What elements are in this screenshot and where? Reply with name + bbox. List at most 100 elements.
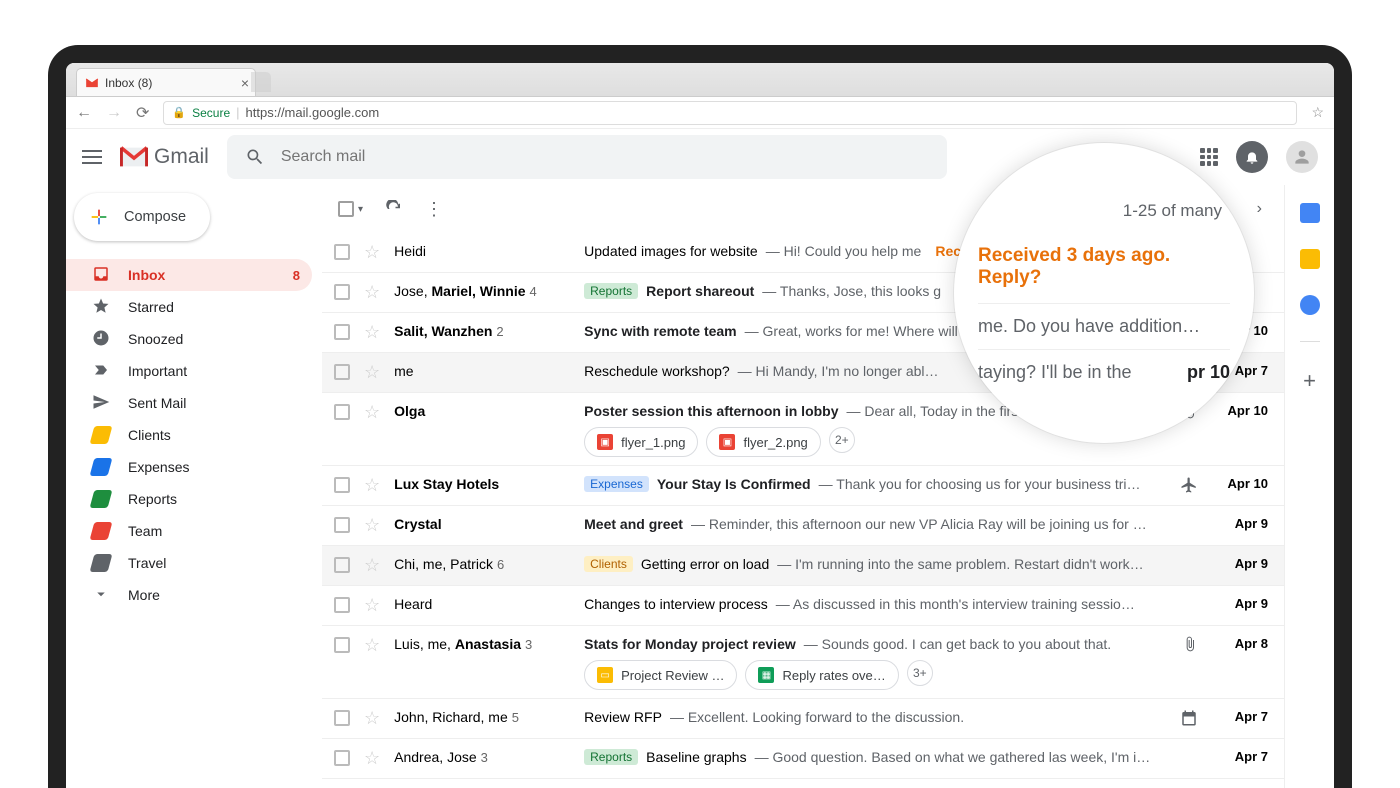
email-subject: Reschedule workshop? bbox=[584, 363, 730, 379]
email-date: Apr 10 bbox=[1208, 474, 1268, 491]
sent-icon bbox=[92, 393, 110, 414]
sidebar-item-snoozed[interactable]: Snoozed bbox=[66, 323, 312, 355]
row-checkbox[interactable] bbox=[334, 637, 350, 653]
bookmark-star-icon[interactable]: ☆ bbox=[1311, 104, 1324, 121]
star-icon[interactable]: ☆ bbox=[364, 708, 380, 729]
email-date: Apr 7 bbox=[1208, 747, 1268, 764]
add-addon-icon[interactable]: + bbox=[1303, 368, 1316, 394]
star-icon[interactable]: ☆ bbox=[364, 322, 380, 343]
row-checkbox[interactable] bbox=[334, 557, 350, 573]
row-checkbox[interactable] bbox=[334, 324, 350, 340]
search-input[interactable] bbox=[281, 148, 929, 166]
sidebar-item-reports[interactable]: Reports bbox=[66, 483, 312, 515]
screen: Inbox (8) × ← → ⟳ 🔒 Secure | https://mai… bbox=[66, 63, 1334, 788]
email-row[interactable]: ☆Luis, me, Anastasia3Stats for Monday pr… bbox=[322, 626, 1284, 699]
back-icon[interactable]: ← bbox=[76, 104, 92, 122]
email-label-chip: Reports bbox=[584, 283, 638, 299]
sidebar-item-sent[interactable]: Sent Mail bbox=[66, 387, 312, 419]
email-label-chip: Expenses bbox=[584, 476, 649, 492]
sidebar-item-expenses[interactable]: Expenses bbox=[66, 451, 312, 483]
email-subject: Getting error on load bbox=[641, 556, 769, 572]
paperclip-icon bbox=[1182, 636, 1198, 652]
magnifier-date: pr 10 bbox=[1187, 362, 1230, 383]
sidebar-item-clients[interactable]: Clients bbox=[66, 419, 312, 451]
row-checkbox[interactable] bbox=[334, 750, 350, 766]
select-all[interactable]: ▾ bbox=[338, 201, 363, 217]
row-checkbox[interactable] bbox=[334, 517, 350, 533]
sidebar-item-important[interactable]: Important bbox=[66, 355, 312, 387]
attachment-chip[interactable]: ▭Project Review … bbox=[584, 660, 737, 690]
email-label-chip: Clients bbox=[584, 556, 633, 572]
star-icon[interactable]: ☆ bbox=[364, 555, 380, 576]
star-icon[interactable]: ☆ bbox=[364, 515, 380, 536]
row-checkbox[interactable] bbox=[334, 597, 350, 613]
email-sender: Crystal bbox=[394, 514, 584, 532]
forward-icon[interactable]: → bbox=[106, 104, 122, 122]
row-checkbox[interactable] bbox=[334, 284, 350, 300]
email-sender: me bbox=[394, 361, 584, 379]
attachment-more[interactable]: 3+ bbox=[907, 660, 933, 686]
notifications-icon[interactable] bbox=[1236, 141, 1268, 173]
attachment-more[interactable]: 2+ bbox=[829, 427, 855, 453]
row-checkbox[interactable] bbox=[334, 404, 350, 420]
more-icon[interactable]: ⋮ bbox=[425, 199, 445, 220]
side-panel: + bbox=[1284, 185, 1334, 788]
email-row[interactable]: ☆John, Richard, me5Review RFP — Excellen… bbox=[322, 699, 1284, 739]
row-checkbox[interactable] bbox=[334, 364, 350, 380]
star-icon[interactable]: ☆ bbox=[364, 475, 380, 496]
select-all-checkbox[interactable] bbox=[338, 201, 354, 217]
keep-addon-icon[interactable] bbox=[1300, 249, 1320, 269]
row-checkbox[interactable] bbox=[334, 710, 350, 726]
refresh-icon[interactable] bbox=[385, 200, 403, 218]
email-row[interactable]: ☆Chi, me, Patrick6ClientsGetting error o… bbox=[322, 546, 1284, 586]
sidebar-item-inbox[interactable]: Inbox8 bbox=[66, 259, 312, 291]
sidebar-item-label: Team bbox=[128, 523, 162, 539]
calendar-icon bbox=[1180, 709, 1198, 727]
email-date: Apr 8 bbox=[1208, 634, 1268, 651]
tab-close-icon[interactable]: × bbox=[241, 75, 249, 91]
email-subject: Review RFP bbox=[584, 709, 662, 725]
attachment-chip[interactable]: ▦Reply rates ove… bbox=[745, 660, 898, 690]
email-row[interactable]: ☆CrystalMeet and greet — Reminder, this … bbox=[322, 506, 1284, 546]
magnifier-line-3: taying? I'll be in the bbox=[978, 362, 1132, 383]
sidebar-item-travel[interactable]: Travel bbox=[66, 547, 312, 579]
email-subject: Updated images for website bbox=[584, 243, 758, 259]
star-icon[interactable]: ☆ bbox=[364, 282, 380, 303]
attachment-chip[interactable]: ▣flyer_2.png bbox=[706, 427, 820, 457]
row-checkbox[interactable] bbox=[334, 244, 350, 260]
star-icon[interactable]: ☆ bbox=[364, 402, 380, 423]
star-icon[interactable]: ☆ bbox=[364, 635, 380, 656]
omnibox[interactable]: 🔒 Secure | https://mail.google.com bbox=[163, 101, 1297, 125]
main-menu-icon[interactable] bbox=[82, 150, 102, 164]
star-icon[interactable]: ☆ bbox=[364, 242, 380, 263]
sidebar-item-more[interactable]: More bbox=[66, 579, 312, 611]
apps-grid-icon[interactable] bbox=[1200, 148, 1218, 166]
email-row[interactable]: ☆Andrea, Jose3ReportsBaseline graphs — G… bbox=[322, 739, 1284, 779]
calendar-addon-icon[interactable] bbox=[1300, 203, 1320, 223]
email-snippet: — Excellent. Looking forward to the disc… bbox=[670, 709, 964, 725]
account-avatar[interactable] bbox=[1286, 141, 1318, 173]
attachment-chip[interactable]: ▣flyer_1.png bbox=[584, 427, 698, 457]
sidebar-item-label: Important bbox=[128, 363, 187, 379]
email-snippet: — I'm running into the same problem. Res… bbox=[777, 556, 1143, 572]
caret-down-icon[interactable]: ▾ bbox=[358, 204, 363, 215]
magnifier-page-info: 1-25 of many bbox=[978, 191, 1230, 231]
new-tab-ghost[interactable] bbox=[251, 72, 271, 92]
star-icon[interactable]: ☆ bbox=[364, 748, 380, 769]
email-row[interactable]: ☆Lux Stay HotelsExpensesYour Stay Is Con… bbox=[322, 466, 1284, 506]
page-next-icon[interactable]: › bbox=[1251, 200, 1268, 218]
device-frame: Inbox (8) × ← → ⟳ 🔒 Secure | https://mai… bbox=[48, 45, 1352, 788]
star-icon[interactable]: ☆ bbox=[364, 595, 380, 616]
row-checkbox[interactable] bbox=[334, 477, 350, 493]
sidebar-item-starred[interactable]: Starred bbox=[66, 291, 312, 323]
browser-tab[interactable]: Inbox (8) × bbox=[76, 68, 256, 96]
tasks-addon-icon[interactable] bbox=[1300, 295, 1320, 315]
star-icon[interactable]: ☆ bbox=[364, 362, 380, 383]
search-box[interactable] bbox=[227, 135, 947, 179]
reload-icon[interactable]: ⟳ bbox=[136, 103, 149, 123]
gmail-logo[interactable]: Gmail bbox=[120, 145, 209, 169]
compose-button[interactable]: Compose bbox=[74, 193, 210, 241]
sidebar-item-team[interactable]: Team bbox=[66, 515, 312, 547]
email-subject: Your Stay Is Confirmed bbox=[657, 476, 811, 492]
email-row[interactable]: ☆HeardChanges to interview process — As … bbox=[322, 586, 1284, 626]
